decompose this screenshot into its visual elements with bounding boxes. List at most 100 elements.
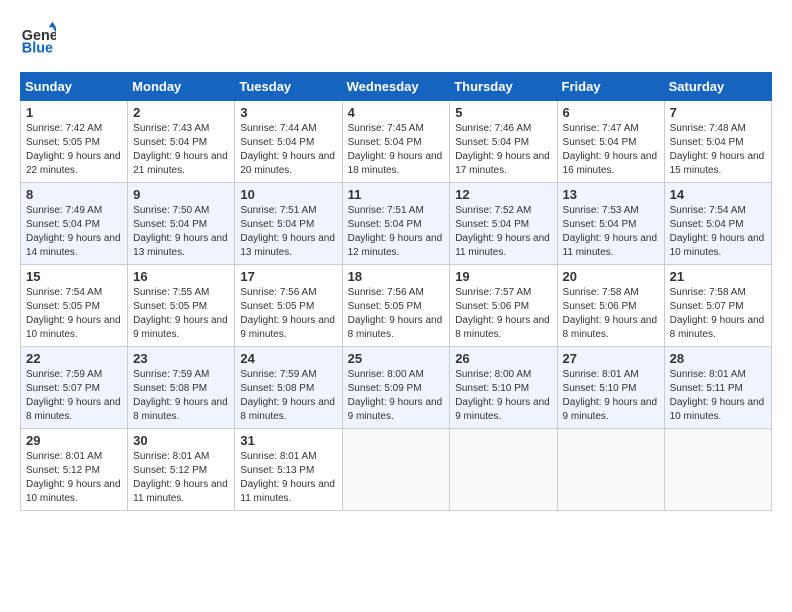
calendar-cell (557, 429, 664, 511)
day-number: 30 (133, 433, 229, 448)
day-number: 27 (563, 351, 659, 366)
day-number: 7 (670, 105, 766, 120)
calendar-cell (450, 429, 557, 511)
day-info: Sunrise: 7:54 AMSunset: 5:04 PMDaylight:… (670, 205, 765, 258)
svg-text:Blue: Blue (22, 40, 53, 56)
calendar-week-3: 15 Sunrise: 7:54 AMSunset: 5:05 PMDaylig… (21, 265, 772, 347)
weekday-header-sunday: Sunday (21, 73, 128, 101)
calendar-cell: 21 Sunrise: 7:58 AMSunset: 5:07 PMDaylig… (664, 265, 771, 347)
day-number: 24 (240, 351, 336, 366)
calendar-cell: 10 Sunrise: 7:51 AMSunset: 5:04 PMDaylig… (235, 183, 342, 265)
day-number: 3 (240, 105, 336, 120)
calendar-cell: 14 Sunrise: 7:54 AMSunset: 5:04 PMDaylig… (664, 183, 771, 265)
calendar-header-row: SundayMondayTuesdayWednesdayThursdayFrid… (21, 73, 772, 101)
calendar-cell: 25 Sunrise: 8:00 AMSunset: 5:09 PMDaylig… (342, 347, 450, 429)
day-number: 1 (26, 105, 122, 120)
calendar-cell (664, 429, 771, 511)
day-info: Sunrise: 7:58 AMSunset: 5:06 PMDaylight:… (563, 287, 658, 340)
day-number: 22 (26, 351, 122, 366)
calendar-cell: 17 Sunrise: 7:56 AMSunset: 5:05 PMDaylig… (235, 265, 342, 347)
day-number: 18 (348, 269, 445, 284)
logo-icon: General Blue (20, 20, 56, 56)
day-number: 25 (348, 351, 445, 366)
calendar-cell: 2 Sunrise: 7:43 AMSunset: 5:04 PMDayligh… (128, 101, 235, 183)
calendar-cell: 8 Sunrise: 7:49 AMSunset: 5:04 PMDayligh… (21, 183, 128, 265)
day-number: 4 (348, 105, 445, 120)
day-info: Sunrise: 7:58 AMSunset: 5:07 PMDaylight:… (670, 287, 765, 340)
day-number: 8 (26, 187, 122, 202)
day-number: 6 (563, 105, 659, 120)
calendar-cell: 19 Sunrise: 7:57 AMSunset: 5:06 PMDaylig… (450, 265, 557, 347)
calendar-cell: 4 Sunrise: 7:45 AMSunset: 5:04 PMDayligh… (342, 101, 450, 183)
calendar-week-1: 1 Sunrise: 7:42 AMSunset: 5:05 PMDayligh… (21, 101, 772, 183)
calendar-cell: 13 Sunrise: 7:53 AMSunset: 5:04 PMDaylig… (557, 183, 664, 265)
calendar-cell: 30 Sunrise: 8:01 AMSunset: 5:12 PMDaylig… (128, 429, 235, 511)
day-info: Sunrise: 7:51 AMSunset: 5:04 PMDaylight:… (348, 205, 443, 258)
day-number: 19 (455, 269, 551, 284)
calendar-cell: 9 Sunrise: 7:50 AMSunset: 5:04 PMDayligh… (128, 183, 235, 265)
day-info: Sunrise: 7:42 AMSunset: 5:05 PMDaylight:… (26, 123, 121, 176)
day-number: 9 (133, 187, 229, 202)
day-number: 10 (240, 187, 336, 202)
calendar-week-5: 29 Sunrise: 8:01 AMSunset: 5:12 PMDaylig… (21, 429, 772, 511)
day-info: Sunrise: 7:56 AMSunset: 5:05 PMDaylight:… (348, 287, 443, 340)
day-number: 29 (26, 433, 122, 448)
calendar-cell: 24 Sunrise: 7:59 AMSunset: 5:08 PMDaylig… (235, 347, 342, 429)
day-info: Sunrise: 8:01 AMSunset: 5:12 PMDaylight:… (26, 451, 121, 504)
calendar-cell: 28 Sunrise: 8:01 AMSunset: 5:11 PMDaylig… (664, 347, 771, 429)
calendar-cell: 1 Sunrise: 7:42 AMSunset: 5:05 PMDayligh… (21, 101, 128, 183)
page-header: General Blue (20, 20, 772, 56)
calendar-cell: 31 Sunrise: 8:01 AMSunset: 5:13 PMDaylig… (235, 429, 342, 511)
day-number: 28 (670, 351, 766, 366)
day-info: Sunrise: 7:53 AMSunset: 5:04 PMDaylight:… (563, 205, 658, 258)
day-info: Sunrise: 7:56 AMSunset: 5:05 PMDaylight:… (240, 287, 335, 340)
calendar-cell: 23 Sunrise: 7:59 AMSunset: 5:08 PMDaylig… (128, 347, 235, 429)
calendar-cell: 12 Sunrise: 7:52 AMSunset: 5:04 PMDaylig… (450, 183, 557, 265)
day-info: Sunrise: 7:45 AMSunset: 5:04 PMDaylight:… (348, 123, 443, 176)
logo: General Blue (20, 20, 56, 56)
day-number: 11 (348, 187, 445, 202)
calendar-cell: 6 Sunrise: 7:47 AMSunset: 5:04 PMDayligh… (557, 101, 664, 183)
calendar-cell: 27 Sunrise: 8:01 AMSunset: 5:10 PMDaylig… (557, 347, 664, 429)
day-info: Sunrise: 7:54 AMSunset: 5:05 PMDaylight:… (26, 287, 121, 340)
day-info: Sunrise: 8:01 AMSunset: 5:10 PMDaylight:… (563, 369, 658, 422)
calendar-week-4: 22 Sunrise: 7:59 AMSunset: 5:07 PMDaylig… (21, 347, 772, 429)
day-number: 16 (133, 269, 229, 284)
weekday-header-thursday: Thursday (450, 73, 557, 101)
day-info: Sunrise: 7:59 AMSunset: 5:07 PMDaylight:… (26, 369, 121, 422)
weekday-header-monday: Monday (128, 73, 235, 101)
calendar-cell: 29 Sunrise: 8:01 AMSunset: 5:12 PMDaylig… (21, 429, 128, 511)
day-info: Sunrise: 8:00 AMSunset: 5:09 PMDaylight:… (348, 369, 443, 422)
calendar-cell: 11 Sunrise: 7:51 AMSunset: 5:04 PMDaylig… (342, 183, 450, 265)
day-number: 26 (455, 351, 551, 366)
day-number: 12 (455, 187, 551, 202)
weekday-header-tuesday: Tuesday (235, 73, 342, 101)
day-info: Sunrise: 7:57 AMSunset: 5:06 PMDaylight:… (455, 287, 550, 340)
day-info: Sunrise: 7:43 AMSunset: 5:04 PMDaylight:… (133, 123, 228, 176)
day-number: 17 (240, 269, 336, 284)
day-number: 5 (455, 105, 551, 120)
day-number: 23 (133, 351, 229, 366)
calendar-body: 1 Sunrise: 7:42 AMSunset: 5:05 PMDayligh… (21, 101, 772, 511)
day-info: Sunrise: 7:51 AMSunset: 5:04 PMDaylight:… (240, 205, 335, 258)
day-number: 15 (26, 269, 122, 284)
calendar-cell: 3 Sunrise: 7:44 AMSunset: 5:04 PMDayligh… (235, 101, 342, 183)
day-info: Sunrise: 8:01 AMSunset: 5:13 PMDaylight:… (240, 451, 335, 504)
day-info: Sunrise: 8:00 AMSunset: 5:10 PMDaylight:… (455, 369, 550, 422)
calendar-cell: 22 Sunrise: 7:59 AMSunset: 5:07 PMDaylig… (21, 347, 128, 429)
day-info: Sunrise: 8:01 AMSunset: 5:12 PMDaylight:… (133, 451, 228, 504)
day-info: Sunrise: 7:48 AMSunset: 5:04 PMDaylight:… (670, 123, 765, 176)
calendar-cell: 15 Sunrise: 7:54 AMSunset: 5:05 PMDaylig… (21, 265, 128, 347)
calendar-cell: 7 Sunrise: 7:48 AMSunset: 5:04 PMDayligh… (664, 101, 771, 183)
day-number: 14 (670, 187, 766, 202)
day-info: Sunrise: 7:59 AMSunset: 5:08 PMDaylight:… (240, 369, 335, 422)
day-number: 21 (670, 269, 766, 284)
calendar-cell (342, 429, 450, 511)
weekday-header-friday: Friday (557, 73, 664, 101)
day-info: Sunrise: 7:47 AMSunset: 5:04 PMDaylight:… (563, 123, 658, 176)
day-number: 31 (240, 433, 336, 448)
day-info: Sunrise: 7:50 AMSunset: 5:04 PMDaylight:… (133, 205, 228, 258)
calendar-cell: 18 Sunrise: 7:56 AMSunset: 5:05 PMDaylig… (342, 265, 450, 347)
day-number: 13 (563, 187, 659, 202)
day-info: Sunrise: 7:49 AMSunset: 5:04 PMDaylight:… (26, 205, 121, 258)
